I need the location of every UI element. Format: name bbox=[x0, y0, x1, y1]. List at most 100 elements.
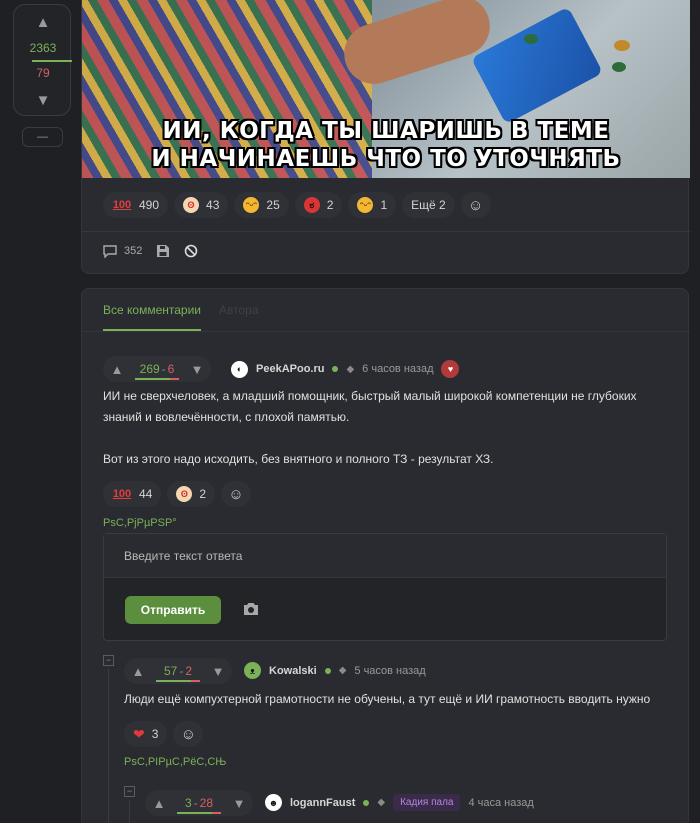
tag-icon[interactable]: ◆ bbox=[377, 797, 385, 808]
comment-text: Люди ещё компухтерной грамотности не обу… bbox=[124, 692, 651, 706]
upvote-button[interactable]: ▲ bbox=[14, 11, 72, 33]
award-icon[interactable]: ♥ bbox=[441, 360, 460, 378]
tab-all-comments[interactable]: Все комментарии bbox=[103, 289, 201, 331]
comment-reactions: ❤ 3 ☺ bbox=[124, 721, 204, 747]
collapse-post-button[interactable]: — bbox=[22, 127, 63, 147]
camera-icon[interactable] bbox=[242, 601, 260, 617]
tag-icon[interactable]: ◆ bbox=[339, 665, 347, 676]
comment-rating: ▲ 269-6 ▼ bbox=[103, 356, 211, 382]
clown-icon: ʘ bbox=[176, 486, 193, 502]
reaction-heart[interactable]: ❤ 3 bbox=[124, 721, 168, 747]
upvote-icon[interactable]: ▲ bbox=[145, 796, 173, 811]
collapse-thread-button[interactable]: − bbox=[124, 786, 135, 797]
avatar[interactable]: ᴥ bbox=[244, 662, 261, 679]
collapse-thread-button[interactable]: − bbox=[103, 655, 114, 666]
comment-minus: 6 bbox=[167, 362, 175, 376]
avatar[interactable]: ☻ bbox=[265, 794, 282, 811]
downvote-button[interactable]: ▼ bbox=[14, 89, 72, 111]
laughing-icon: ᵔᵕᵔ bbox=[243, 197, 260, 213]
sweat-smile-icon: ᵔᵕᵔ bbox=[357, 197, 374, 213]
comment-score: 269-6 bbox=[131, 362, 183, 380]
divider bbox=[82, 231, 690, 232]
add-emoji-icon: ☺ bbox=[468, 196, 484, 214]
meme-caption-line1: ИИ, КОГДА ТЫ ШАРИШЬ В ТЕМЕ bbox=[162, 118, 610, 144]
comment-time[interactable]: 6 часов назад bbox=[362, 363, 433, 375]
reaction-count: 1 bbox=[380, 198, 388, 212]
reaction-count: 2 bbox=[199, 487, 207, 501]
add-emoji-icon: ☺ bbox=[228, 485, 244, 503]
save-icon bbox=[157, 245, 170, 257]
thread-line bbox=[108, 669, 109, 823]
clown-icon: ʘ bbox=[183, 197, 200, 213]
add-reaction-button[interactable]: ☺ bbox=[173, 721, 204, 747]
reaction-hundred[interactable]: 100 44 bbox=[103, 481, 162, 507]
comment-rating: ▲ 57-2 ▼ bbox=[124, 658, 232, 684]
post-image[interactable]: ИИ, КОГДА ТЫ ШАРИШЬ В ТЕМЕ И НАЧИНАЕШЬ Ч… bbox=[82, 0, 690, 178]
username[interactable]: PeekAPoo.ru bbox=[256, 363, 324, 375]
add-reaction-button[interactable]: ☺ bbox=[221, 481, 252, 507]
reaction-clown[interactable]: ʘ 43 bbox=[174, 192, 229, 218]
downvote-icon[interactable]: ▼ bbox=[225, 796, 253, 811]
comment-author: ◐ PeekAPoo.ru ◆ 6 часов назад ♥ bbox=[231, 360, 460, 378]
hundred-icon: 100 bbox=[112, 199, 132, 211]
username[interactable]: Kowalski bbox=[269, 665, 317, 677]
tabs-divider bbox=[82, 331, 690, 332]
comments-link[interactable]: 352 bbox=[103, 244, 143, 258]
username[interactable]: logannFaust bbox=[290, 797, 355, 809]
image-knob bbox=[614, 40, 630, 51]
reaction-clown[interactable]: ʘ 2 bbox=[167, 481, 216, 507]
reply-input[interactable]: Введите текст ответа bbox=[104, 534, 666, 578]
comment-minus: 2 bbox=[185, 664, 193, 678]
comment-plus: 57 bbox=[163, 664, 178, 678]
send-button[interactable]: Отправить bbox=[125, 596, 221, 624]
score-separator: - bbox=[193, 796, 198, 810]
image-device bbox=[470, 6, 604, 125]
comment-plus: 269 bbox=[139, 362, 160, 376]
comment-minus: 28 bbox=[199, 796, 214, 810]
hide-post-button[interactable] bbox=[184, 244, 198, 258]
comment-time[interactable]: 5 часов назад bbox=[354, 665, 425, 677]
user-badge[interactable]: Кадия пала bbox=[393, 794, 461, 811]
downvote-icon[interactable]: ▼ bbox=[204, 664, 232, 679]
online-indicator bbox=[332, 366, 339, 372]
post-rating-rail: ▲ 2363 79 ▼ bbox=[13, 4, 72, 116]
downvote-icon[interactable]: ▼ bbox=[183, 362, 211, 377]
more-reactions-button[interactable]: Ещё 2 bbox=[402, 192, 455, 218]
comments-count: 352 bbox=[124, 245, 143, 257]
comment-author: ☻ logannFaust ◆ Кадия пала 4 часа назад bbox=[265, 794, 534, 811]
meme-caption-line2: И НАЧИНАЕШЬ ЧТО ТО УТОЧНЯТЬ bbox=[151, 146, 621, 172]
comment-paragraph: Вот из этого надо исходить, без внятного… bbox=[103, 452, 494, 466]
image-knob bbox=[524, 34, 538, 44]
reaction-count: 44 bbox=[139, 487, 153, 501]
comment-icon bbox=[103, 244, 117, 258]
save-button[interactable] bbox=[156, 244, 170, 258]
reaction-count: 490 bbox=[139, 198, 160, 212]
upvote-icon[interactable]: ▲ bbox=[124, 664, 152, 679]
reaction-sweat-smile[interactable]: ᵔᵕᵔ 1 bbox=[348, 192, 397, 218]
tag-icon[interactable]: ◆ bbox=[346, 364, 354, 375]
avatar[interactable]: ◐ bbox=[231, 360, 248, 378]
reaction-hundred[interactable]: 100 490 bbox=[103, 192, 169, 218]
heart-icon: ❤ bbox=[133, 725, 145, 742]
reaction-count: 25 bbox=[266, 198, 280, 212]
post-minus-count: 79 bbox=[36, 66, 50, 80]
reaction-laughing[interactable]: ᵔᵕᵔ 25 bbox=[234, 192, 289, 218]
comment-action-link[interactable]: PsC,PjPµPSP° bbox=[103, 517, 177, 529]
comment-time[interactable]: 4 часа назад bbox=[468, 797, 533, 809]
add-reaction-button[interactable]: ☺ bbox=[460, 192, 491, 218]
comment-score: 3-28 bbox=[173, 796, 225, 814]
comment-action-link[interactable]: PsC,PIPµC,PёC,CЊ bbox=[124, 756, 226, 768]
comment-score: 57-2 bbox=[152, 664, 204, 682]
post-reactions: 100 490 ʘ 43 ᵔᵕᵔ 25 ಠ 2 ᵔᵕᵔ 1 Ещё 2 ☺ bbox=[103, 192, 491, 218]
online-indicator bbox=[363, 799, 370, 806]
tab-author-comments[interactable]: Автора bbox=[219, 289, 259, 331]
online-indicator bbox=[324, 667, 331, 674]
upvote-icon[interactable]: ▲ bbox=[103, 362, 131, 377]
angry-icon: ಠ bbox=[303, 197, 320, 213]
post-card: ИИ, КОГДА ТЫ ШАРИШЬ В ТЕМЕ И НАЧИНАЕШЬ Ч… bbox=[81, 0, 690, 274]
hundred-icon: 100 bbox=[112, 488, 132, 500]
comment-plus: 3 bbox=[184, 796, 192, 810]
image-knob bbox=[612, 62, 626, 72]
comment-text: ИИ не сверхчеловек, а младший помощник, … bbox=[103, 386, 673, 470]
reaction-angry[interactable]: ಠ 2 bbox=[294, 192, 343, 218]
